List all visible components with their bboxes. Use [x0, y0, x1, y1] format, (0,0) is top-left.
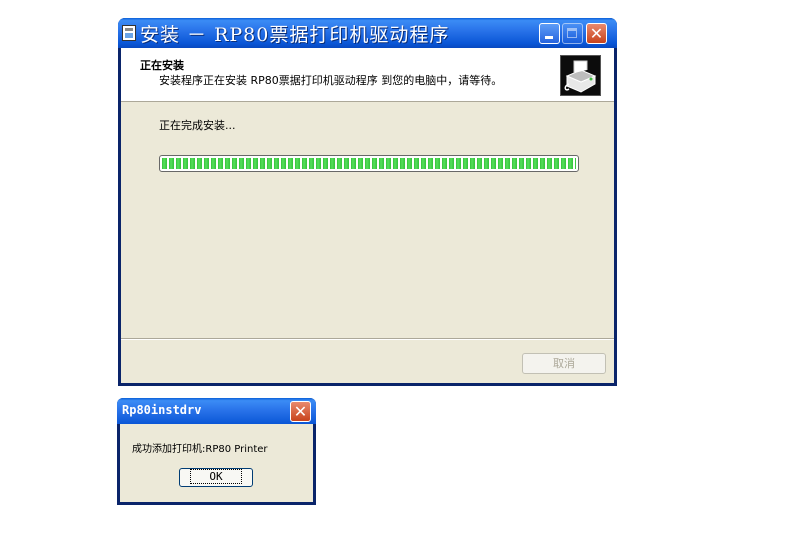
- maximize-icon: [567, 28, 577, 38]
- dialog-message: 成功添加打印机:RP80 Printer: [132, 444, 268, 455]
- minimize-icon: [545, 36, 553, 39]
- minimize-button[interactable]: [539, 23, 560, 44]
- close-icon: ✕: [589, 24, 604, 43]
- status-text: 正在完成安装...: [159, 119, 236, 132]
- message-dialog: Rp80instdrv ✕ 成功添加打印机:RP80 Printer OK: [117, 398, 316, 505]
- installer-client-area: 正在安装 安装程序正在安装 RP80票据打印机驱动程序 到您的电脑中，请等待。 …: [121, 48, 614, 383]
- installer-header: 正在安装 安装程序正在安装 RP80票据打印机驱动程序 到您的电脑中，请等待。: [121, 48, 614, 102]
- printer-install-icon: [560, 55, 601, 96]
- installer-title: 安装 － RP80票据打印机驱动程序: [140, 24, 450, 46]
- header-subtitle: 安装程序正在安装 RP80票据打印机驱动程序 到您的电脑中，请等待。: [159, 74, 503, 87]
- ok-label: OK: [190, 469, 242, 484]
- header-title: 正在安装: [140, 59, 184, 72]
- close-icon: ✕: [293, 402, 308, 421]
- ok-button[interactable]: OK: [179, 468, 253, 487]
- dialog-client-area: 成功添加打印机:RP80 Printer OK: [120, 424, 313, 502]
- dialog-close-button[interactable]: ✕: [290, 401, 311, 422]
- close-button[interactable]: ✕: [586, 23, 607, 44]
- install-progress-bar: [159, 155, 579, 172]
- maximize-button: [562, 23, 583, 44]
- footer-divider: [121, 338, 614, 340]
- installer-app-icon[interactable]: [122, 25, 136, 41]
- dialog-titlebar[interactable]: Rp80instdrv ✕: [117, 398, 316, 424]
- dialog-title: Rp80instdrv: [122, 403, 202, 417]
- installer-window: 安装 － RP80票据打印机驱动程序 ✕ 正在安装 安装程序正在安装 RP80票…: [118, 18, 617, 386]
- installer-titlebar[interactable]: 安装 － RP80票据打印机驱动程序 ✕: [118, 18, 617, 48]
- progress-fill: [162, 158, 576, 169]
- cancel-button[interactable]: 取消: [522, 353, 606, 374]
